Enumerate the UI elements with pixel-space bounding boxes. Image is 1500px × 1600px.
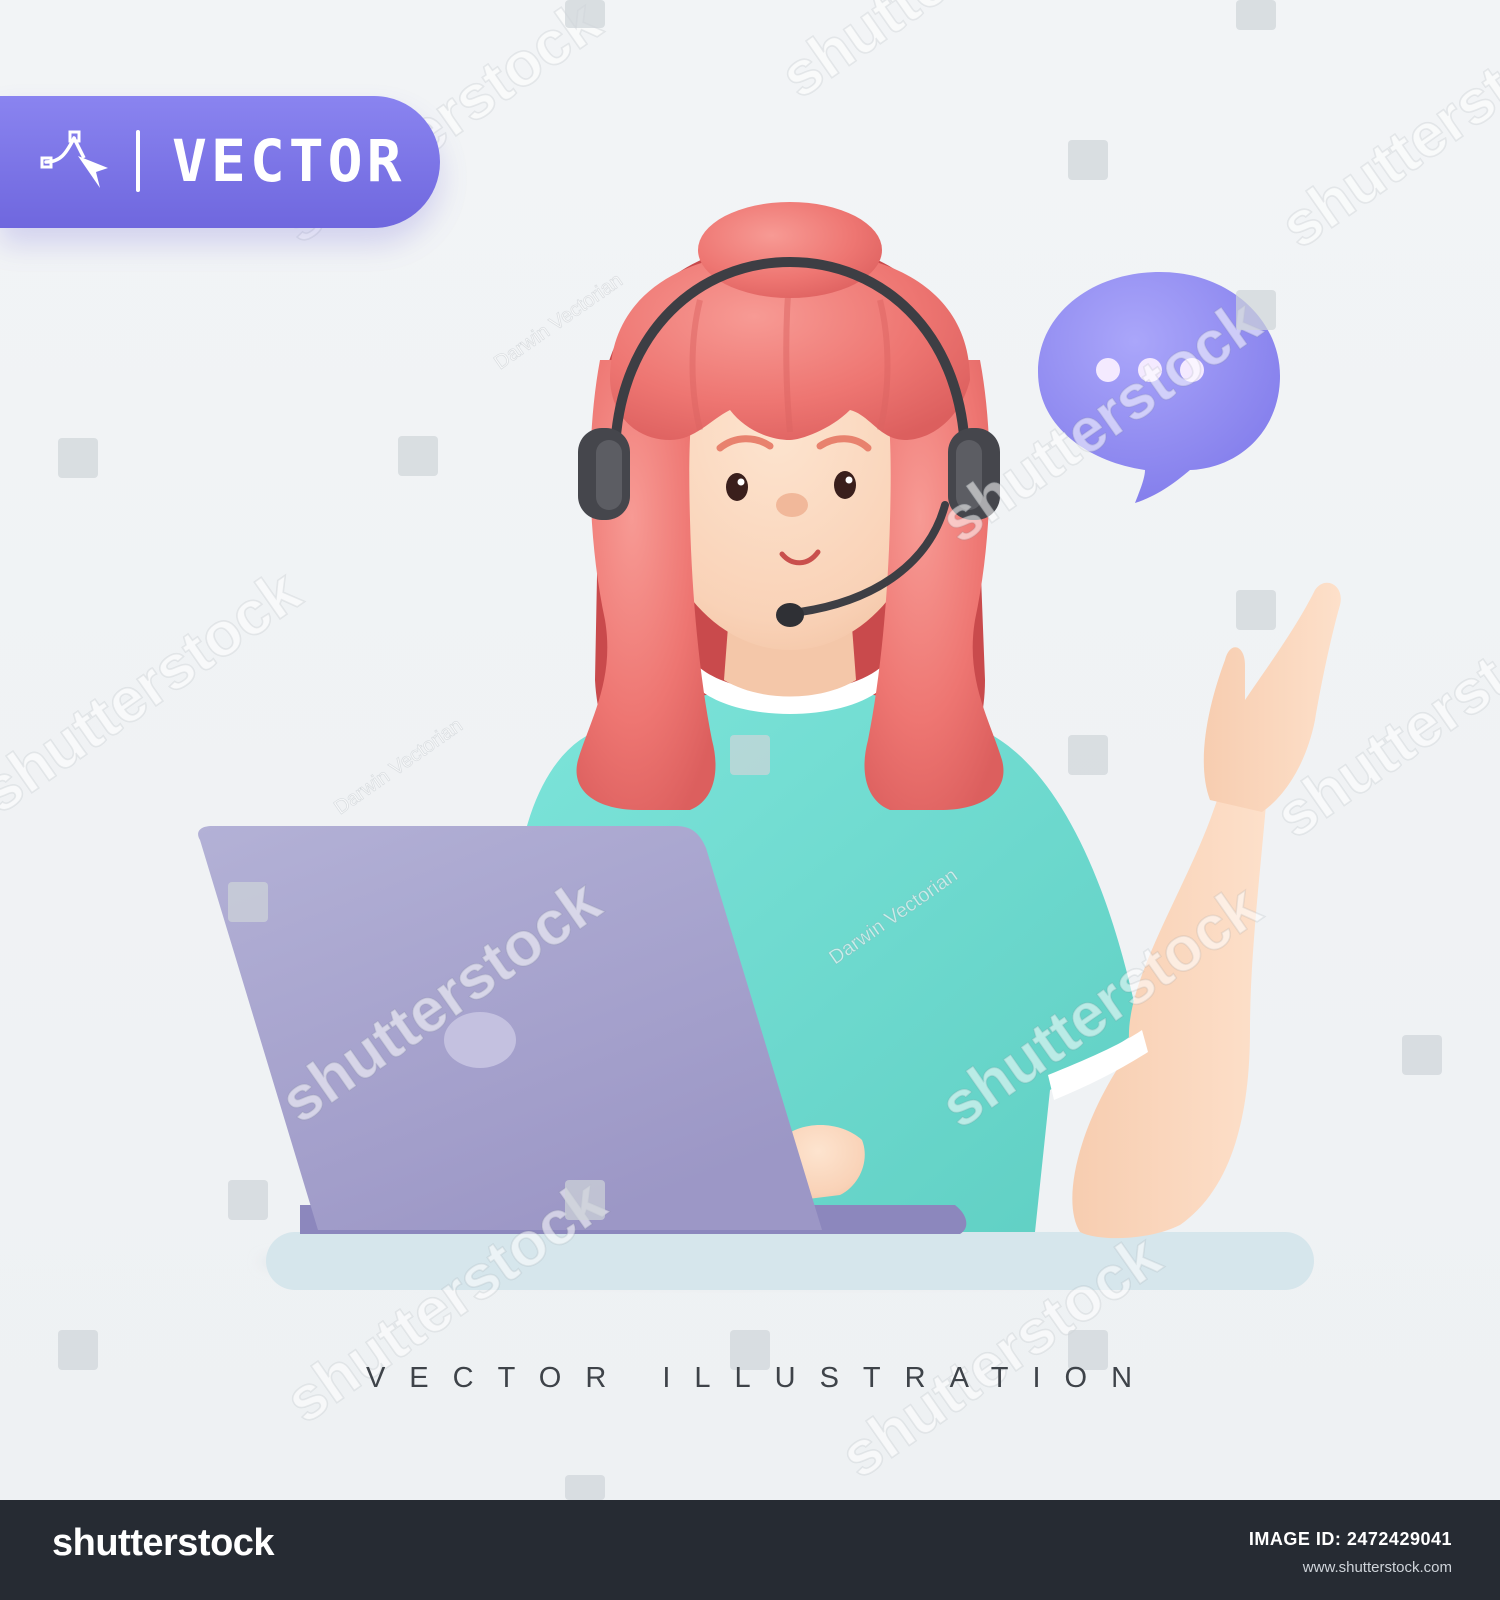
illustration-artboard: shutterstock shutterstock shutterstock s… (0, 0, 1500, 1500)
footer-url: www.shutterstock.com (1302, 1559, 1452, 1576)
watermark-text: shutterstock (0, 556, 313, 826)
badge-divider (136, 130, 140, 192)
watermark-credit: Darwin Vectorian (490, 269, 626, 374)
watermark-text: shutterstock (768, 0, 1113, 111)
vector-badge: VECTOR (0, 96, 440, 228)
eye-right (834, 471, 856, 499)
nose (776, 493, 808, 517)
hair-bun (698, 202, 882, 298)
caption: VECTOR ILLUSTRATION (365, 1362, 1157, 1394)
image-id-label: IMAGE ID: (1248, 1529, 1342, 1549)
watermark-text: shutterstock (1268, 0, 1500, 261)
footer-logo: shutterstock (52, 1522, 275, 1564)
image-id-value: 2472429041 (1346, 1529, 1452, 1549)
badge-label: VECTOR (172, 127, 406, 195)
eye-left (726, 473, 748, 501)
watermark-credit: Darwin Vectorian (330, 714, 466, 819)
image-id: IMAGE ID: 2472429041 (1249, 1529, 1452, 1550)
pen-tool-icon (40, 130, 108, 188)
footer-bar: shutterstock IMAGE ID: 2472429041 www.sh… (0, 1500, 1500, 1600)
